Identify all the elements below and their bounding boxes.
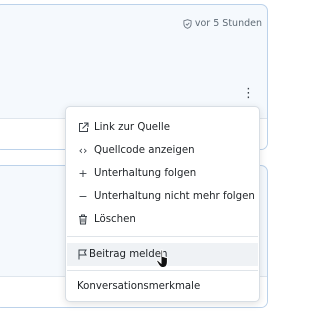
flag-icon — [77, 249, 87, 260]
menu-item-label: Quellcode anzeigen — [94, 145, 195, 156]
menu-divider — [67, 236, 258, 237]
menu-item-link-to-source[interactable]: Link zur Quelle — [67, 116, 258, 139]
external-link-icon — [77, 122, 89, 133]
menu-divider — [67, 270, 258, 271]
hand-pointer-cursor-icon — [156, 249, 168, 268]
menu-item-label: Unterhaltung nicht mehr folgen — [94, 191, 255, 202]
timestamp-text: vor 5 Stunden — [194, 18, 262, 29]
shield-check-icon — [183, 18, 192, 29]
menu-item-conversation-features[interactable]: Konversationsmerkmale — [67, 275, 258, 298]
menu-item-view-source[interactable]: ‹› Quellcode anzeigen — [67, 139, 258, 162]
kebab-menu-icon[interactable]: ⋮ — [242, 87, 255, 100]
menu-item-follow-conversation[interactable]: + Unterhaltung folgen — [67, 162, 258, 185]
plus-icon: + — [78, 167, 88, 180]
menu-item-label: Link zur Quelle — [94, 122, 171, 133]
post-actions-menu: Link zur Quelle ‹› Quellcode anzeigen + … — [65, 106, 260, 302]
minus-icon: − — [78, 190, 88, 203]
menu-item-label: Konversationsmerkmale — [77, 281, 201, 292]
menu-item-unfollow-conversation[interactable]: − Unterhaltung nicht mehr folgen — [67, 185, 258, 208]
menu-item-label: Löschen — [94, 214, 136, 225]
post-timestamp: vor 5 Stunden — [183, 18, 262, 29]
trash-icon — [77, 214, 89, 225]
menu-item-label: Unterhaltung folgen — [94, 168, 197, 179]
code-icon: ‹› — [78, 144, 88, 157]
menu-item-delete[interactable]: Löschen — [67, 208, 258, 231]
